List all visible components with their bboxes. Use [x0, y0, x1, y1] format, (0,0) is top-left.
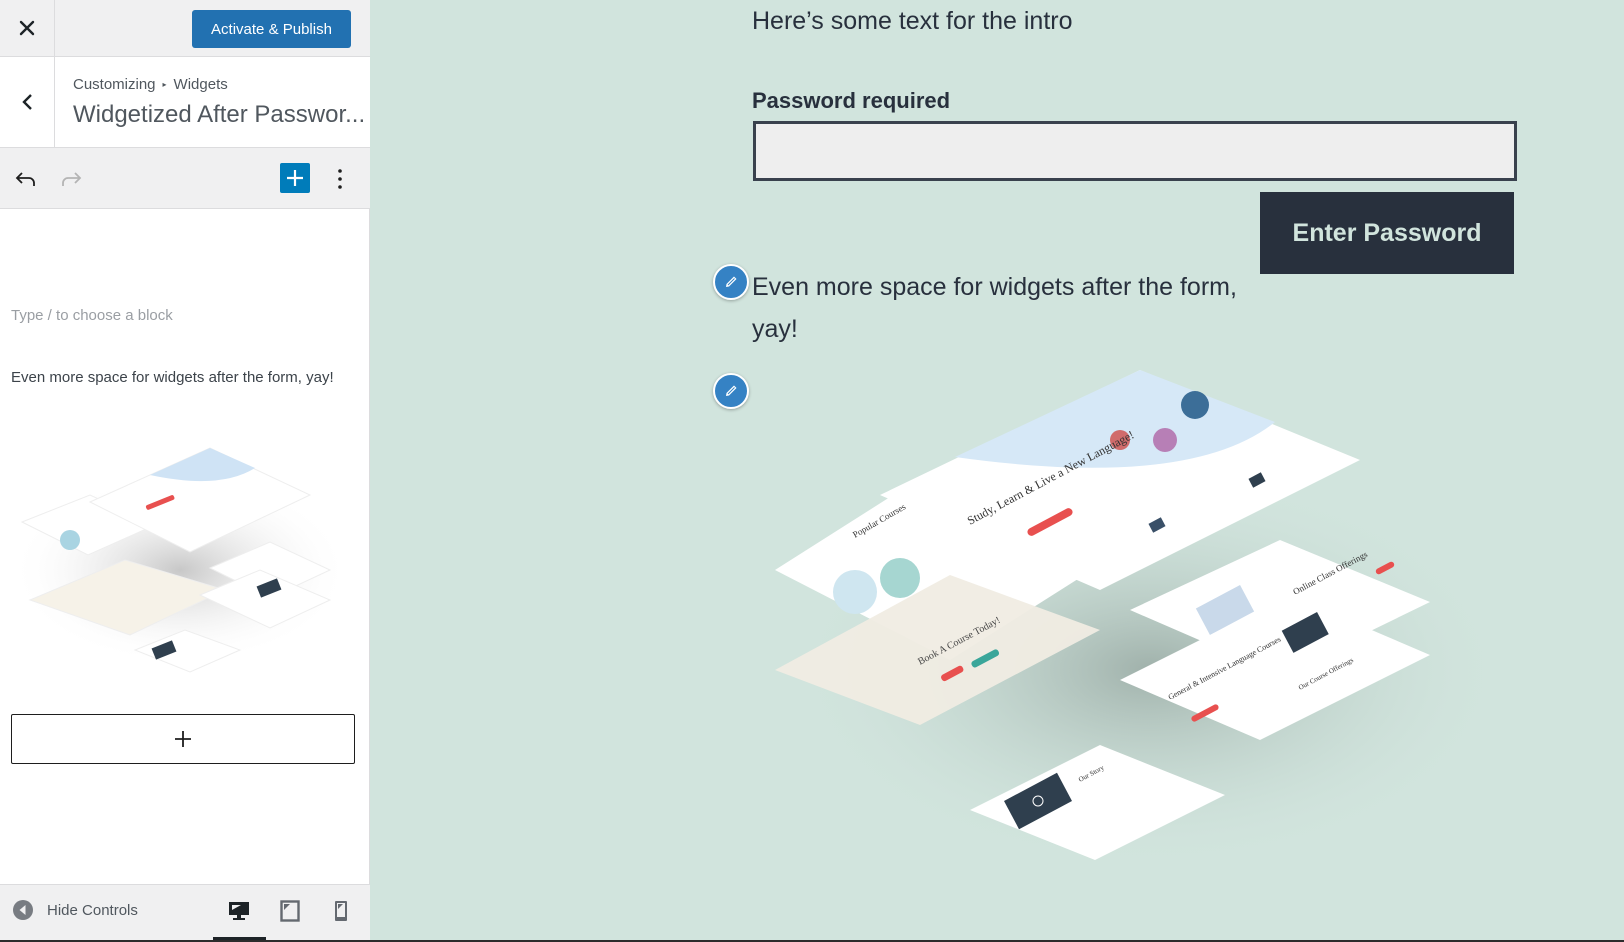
mockup-illustration-people — [60, 530, 80, 550]
intro-text: Here’s some text for the intro — [752, 7, 1073, 35]
chevron-left-icon — [22, 94, 32, 110]
collapse-arrow-icon — [13, 900, 33, 920]
redo-button[interactable] — [56, 164, 86, 194]
mockup-hero-person — [1153, 428, 1177, 452]
pencil-icon — [726, 385, 737, 396]
preview-desktop-button[interactable] — [219, 896, 259, 926]
mockup-hero-person — [1181, 391, 1209, 419]
back-button[interactable] — [0, 57, 55, 147]
enter-password-button[interactable]: Enter Password — [1260, 192, 1514, 274]
plus-icon — [287, 170, 303, 186]
more-vertical-icon — [338, 169, 342, 189]
empty-block-placeholder[interactable]: Type / to choose a block — [11, 307, 173, 324]
plus-icon — [175, 731, 191, 747]
edit-paragraph-shortcut[interactable] — [713, 264, 749, 300]
breadcrumb-separator-icon: ▸ — [162, 80, 167, 89]
redo-icon — [62, 172, 82, 186]
activate-publish-button[interactable]: Activate & Publish — [192, 10, 351, 48]
preview-image[interactable]: Popular Courses Study, Learn & Live a Ne… — [770, 370, 1490, 870]
password-label: Password required — [752, 88, 951, 113]
preview-paragraph: Even more space for widgets after the fo… — [752, 273, 1237, 343]
pencil-icon — [726, 276, 737, 287]
paragraph-block[interactable]: Even more space for widgets after the fo… — [11, 365, 341, 390]
section-header: Customizing ▸ Widgets Widgetized After P… — [0, 57, 370, 148]
close-icon — [19, 20, 35, 36]
image-block[interactable] — [10, 440, 350, 680]
undo-icon — [15, 172, 35, 186]
section-title: Widgetized After Passwor... — [73, 101, 366, 128]
preview-tablet-button[interactable] — [270, 896, 310, 926]
add-block-button[interactable] — [11, 714, 355, 764]
preview-mobile-button[interactable] — [321, 896, 361, 926]
breadcrumb-customizing: Customizing — [73, 76, 156, 93]
mockup-courses-illustration — [880, 558, 920, 598]
hide-controls-label: Hide Controls — [47, 901, 138, 919]
block-editor-toolbar — [0, 148, 370, 209]
undo-button[interactable] — [11, 164, 41, 194]
edit-image-shortcut[interactable] — [713, 373, 749, 409]
password-input[interactable] — [753, 121, 1517, 181]
tablet-icon — [280, 900, 300, 922]
mobile-icon — [335, 901, 347, 921]
customizer-footer: Hide Controls — [0, 884, 370, 941]
mockup-courses-illustration — [833, 570, 877, 614]
desktop-icon — [229, 902, 249, 920]
customizer-header: Activate & Publish — [0, 0, 370, 57]
block-inserter-button[interactable] — [280, 163, 310, 193]
breadcrumb-widgets: Widgets — [173, 76, 228, 93]
customizer-sidebar: Activate & Publish Customizing ▸ Widgets… — [0, 0, 370, 941]
hide-controls-button[interactable]: Hide Controls — [12, 899, 138, 921]
options-menu-button[interactable] — [325, 164, 355, 194]
breadcrumb: Customizing ▸ Widgets — [73, 76, 228, 93]
close-customizer-button[interactable] — [0, 0, 55, 56]
